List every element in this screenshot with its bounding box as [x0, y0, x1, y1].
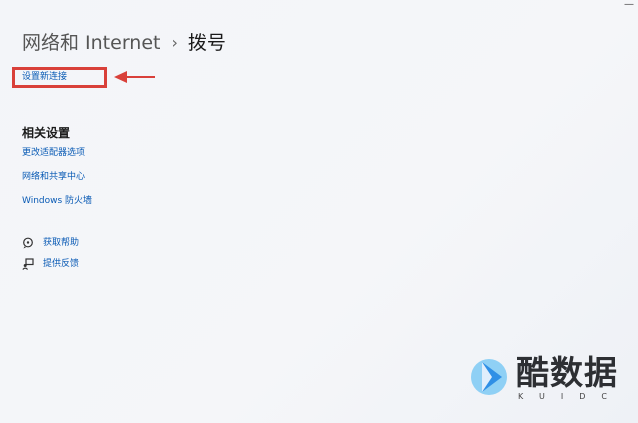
feedback-icon: [22, 258, 34, 270]
breadcrumb-parent[interactable]: 网络和 Internet: [22, 30, 160, 56]
watermark-logo-icon: [471, 359, 507, 395]
chevron-right-icon: ›: [171, 33, 178, 52]
related-settings-heading: 相关设置: [22, 126, 71, 140]
change-adapter-options-link[interactable]: 更改适配器选项: [22, 147, 85, 159]
watermark: 酷数据 KUIDC: [470, 348, 630, 408]
breadcrumb: 网络和 Internet › 拨号: [22, 30, 226, 56]
give-feedback-label: 提供反馈: [43, 259, 80, 269]
annotation-arrow-icon: [114, 71, 155, 83]
watermark-title: 酷数据: [516, 353, 618, 392]
watermark-subtitle: KUIDC: [518, 392, 623, 401]
help-chat-icon: [22, 237, 34, 249]
get-help-link[interactable]: 获取帮助: [22, 237, 79, 249]
network-sharing-center-link[interactable]: 网络和共享中心: [22, 171, 85, 183]
windows-firewall-link[interactable]: Windows 防火墙: [22, 195, 92, 207]
get-help-label: 获取帮助: [43, 238, 80, 248]
give-feedback-link[interactable]: 提供反馈: [22, 258, 79, 270]
page-title: 拨号: [187, 32, 226, 54]
window-minimize-button[interactable]: —: [604, 0, 638, 10]
annotation-highlight-box: [12, 67, 107, 88]
